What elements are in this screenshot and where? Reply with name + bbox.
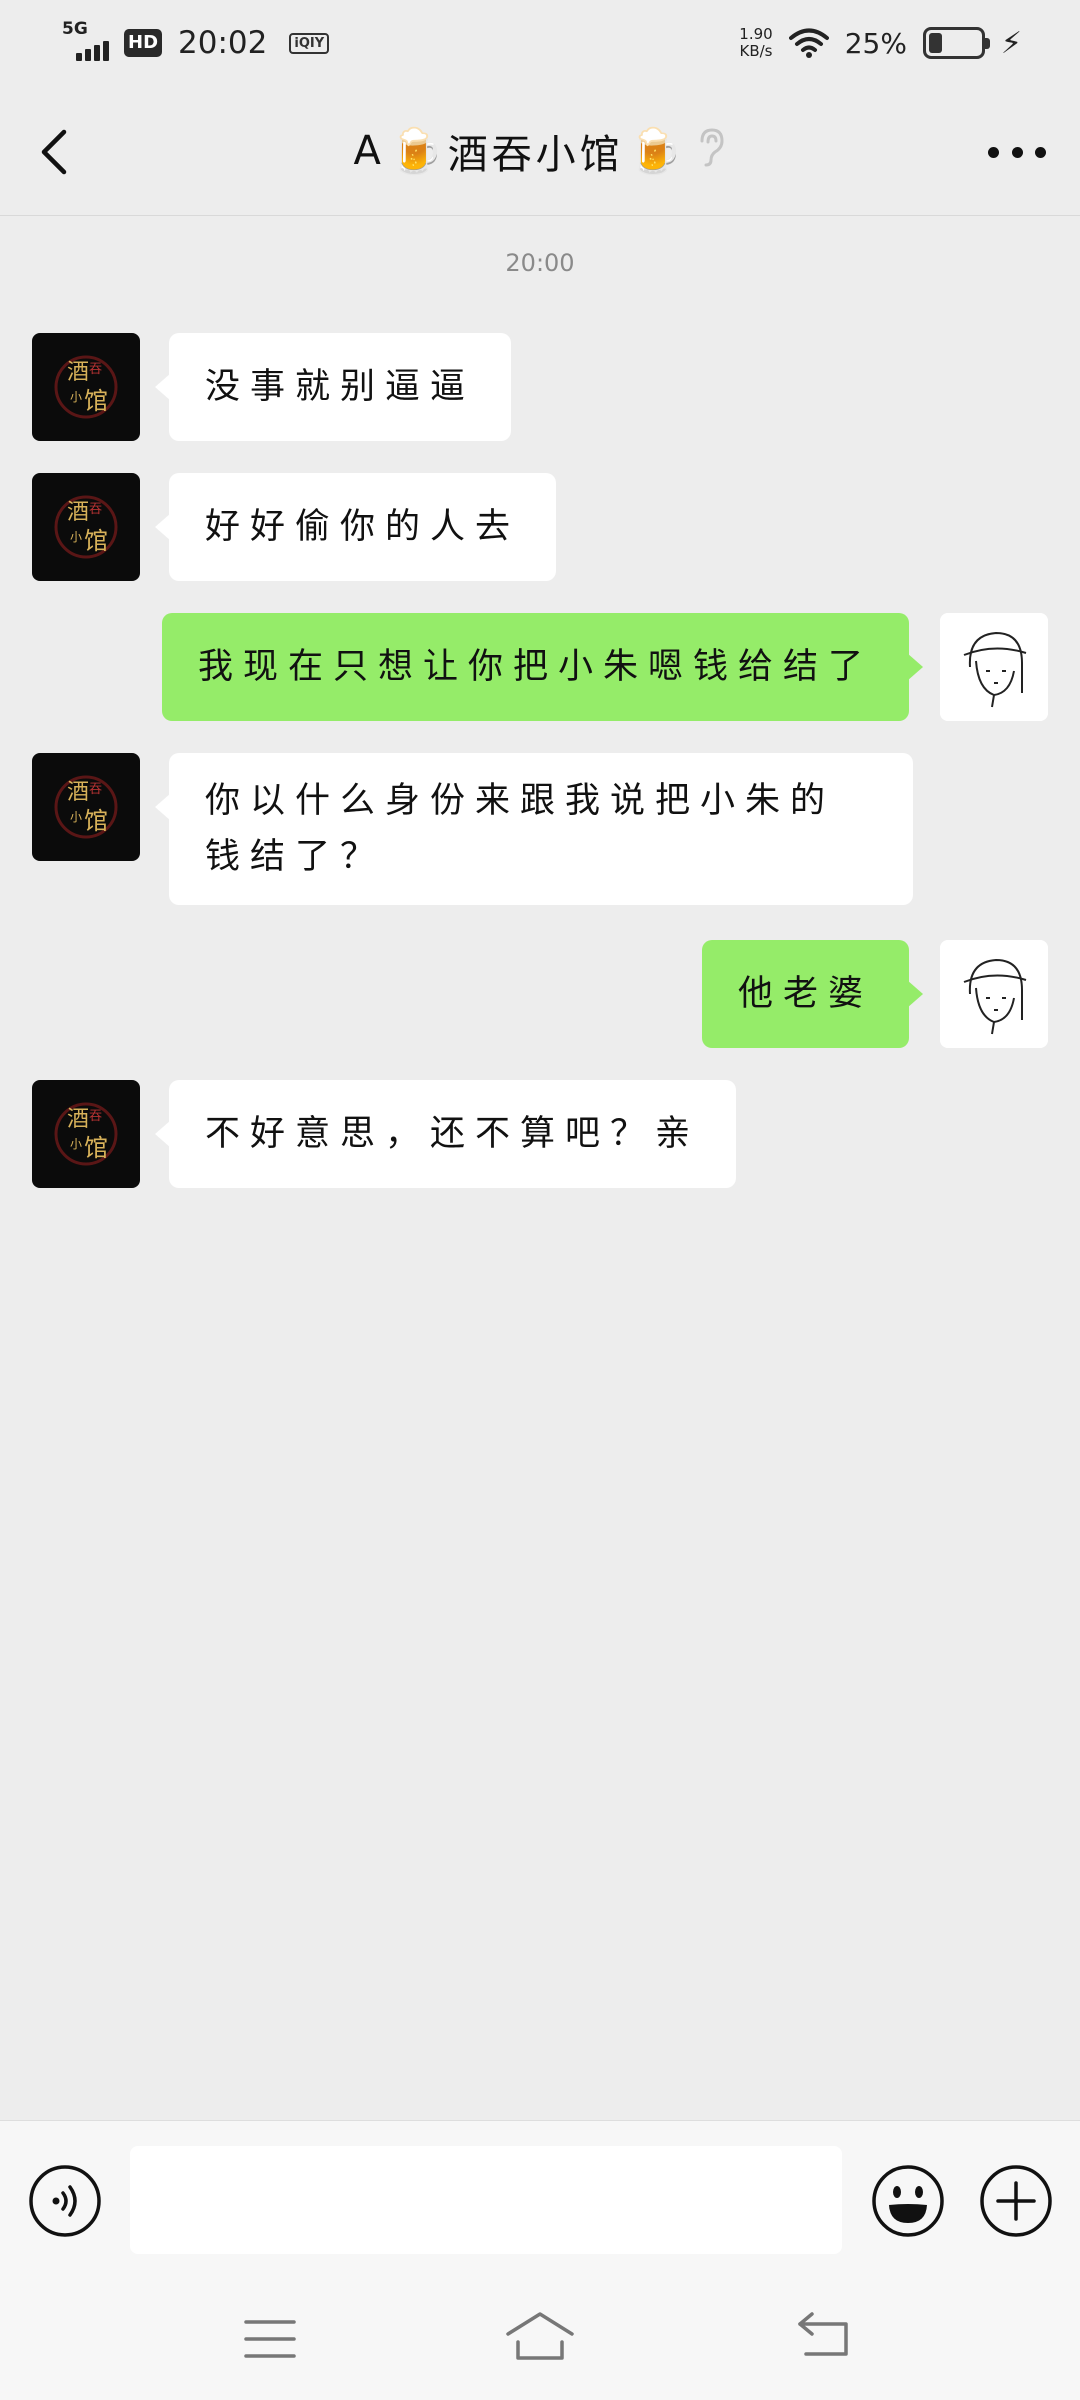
- status-right: 1.90 KB/s 25% ⚡: [739, 18, 1022, 68]
- more-icon[interactable]: [988, 132, 1046, 172]
- wifi-icon: [788, 27, 829, 59]
- net-speed-unit: KB/s: [739, 42, 773, 60]
- svg-text:馆: 馆: [84, 527, 108, 555]
- svg-text:小: 小: [70, 1137, 82, 1151]
- contact-avatar[interactable]: 酒 吞 小 馆: [32, 473, 140, 581]
- svg-text:吞: 吞: [89, 502, 102, 517]
- battery-level: [928, 33, 942, 53]
- svg-text:吞: 吞: [89, 782, 102, 797]
- network-type: 5G: [62, 19, 88, 39]
- svg-text:小: 小: [70, 810, 82, 824]
- my-avatar[interactable]: [940, 613, 1048, 721]
- beer-icon: 🍺: [627, 126, 683, 177]
- svg-text:馆: 馆: [84, 807, 108, 835]
- message-bubble-in[interactable]: 你以什么身份来跟我说把小朱的钱结了？: [155, 753, 913, 905]
- message-input[interactable]: [130, 2146, 842, 2254]
- net-speed: 1.90 KB/s: [739, 26, 772, 60]
- status-time: 20:02: [178, 25, 268, 61]
- message-bubble-in[interactable]: 好好偷你的人去: [154, 473, 557, 581]
- contact-avatar[interactable]: 酒 吞 小 馆: [32, 333, 140, 441]
- emoji-icon[interactable]: [870, 2163, 946, 2239]
- message-row: 酒 吞 小 馆 好好偷你的人去: [0, 473, 1080, 581]
- chat-area[interactable]: 20:00 酒 吞 小 馆 没事就别逼逼 酒 吞 小 馆 好好偷你的人去 我现在…: [0, 217, 1080, 2120]
- return-icon[interactable]: [796, 2310, 854, 2360]
- message-row: 他老婆: [0, 940, 1080, 1048]
- plus-icon[interactable]: [978, 2163, 1054, 2239]
- app-notification-icon: iQIY: [289, 32, 330, 54]
- system-nav-bar: [0, 2274, 1080, 2400]
- message-row: 酒 吞 小 馆 没事就别逼逼: [0, 333, 1080, 441]
- chat-timestamp: 20:00: [505, 249, 575, 277]
- input-bar: [0, 2120, 1080, 2274]
- home-icon[interactable]: [504, 2308, 576, 2364]
- signal-icon: 5G: [62, 19, 114, 63]
- svg-text:酒: 酒: [67, 1107, 89, 1132]
- voice-icon[interactable]: [28, 2164, 102, 2238]
- beer-icon: 🍺: [388, 126, 444, 177]
- status-left: 5G HD 20:02 iQIY: [62, 18, 330, 68]
- net-speed-value: 1.90: [739, 25, 773, 43]
- svg-text:酒: 酒: [67, 780, 89, 805]
- status-bar: 5G HD 20:02 iQIY 1.90 KB/s 25% ⚡: [0, 0, 1080, 86]
- title-bar: A 🍺 酒吞小馆 🍺: [0, 86, 1080, 216]
- svg-text:小: 小: [70, 390, 82, 404]
- chat-title[interactable]: A 🍺 酒吞小馆 🍺: [200, 86, 880, 216]
- contact-avatar[interactable]: 酒 吞 小 馆: [32, 1080, 140, 1188]
- message-row: 酒 吞 小 馆 不好意思，还不算吧？亲: [0, 1080, 1080, 1188]
- battery-percent: 25%: [844, 26, 907, 60]
- title-name: 酒吞小馆: [447, 132, 624, 178]
- message-bubble-out[interactable]: 我现在只想让你把小朱嗯钱给结了: [161, 613, 924, 721]
- message-row: 酒 吞 小 馆 你以什么身份来跟我说把小朱的钱结了？: [0, 753, 1080, 909]
- svg-text:吞: 吞: [89, 1109, 102, 1124]
- menu-icon[interactable]: [242, 2316, 298, 2362]
- svg-text:吞: 吞: [89, 362, 102, 377]
- svg-text:馆: 馆: [84, 387, 108, 415]
- ear-icon: [696, 127, 726, 176]
- svg-text:酒: 酒: [67, 500, 89, 525]
- back-icon[interactable]: [30, 124, 80, 180]
- message-row: 我现在只想让你把小朱嗯钱给结了: [0, 613, 1080, 721]
- title-prefix: A: [353, 128, 385, 174]
- svg-text:馆: 馆: [84, 1134, 108, 1162]
- hd-badge: HD: [124, 29, 163, 57]
- contact-avatar[interactable]: 酒 吞 小 馆: [32, 753, 140, 861]
- svg-text:小: 小: [70, 530, 82, 544]
- message-bubble-in[interactable]: 没事就别逼逼: [154, 333, 512, 441]
- my-avatar[interactable]: [940, 940, 1048, 1048]
- message-bubble-out[interactable]: 他老婆: [701, 940, 924, 1048]
- charging-icon: ⚡: [1000, 25, 1022, 61]
- message-bubble-in[interactable]: 不好意思，还不算吧？亲: [154, 1080, 737, 1188]
- battery-icon: [922, 27, 990, 59]
- svg-text:酒: 酒: [67, 360, 89, 385]
